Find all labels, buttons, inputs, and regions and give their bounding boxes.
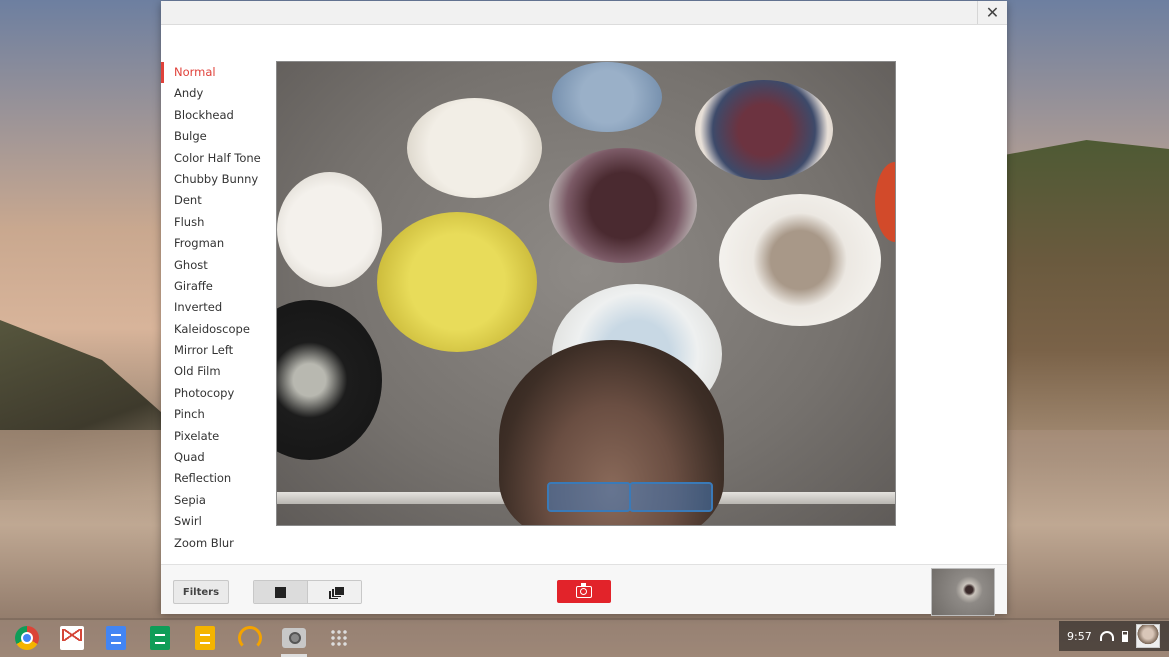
avatar [1135,624,1160,648]
filter-item-inverted[interactable]: Inverted [161,297,273,318]
filter-item-swirl[interactable]: Swirl [161,511,273,532]
filter-item-dent[interactable]: Dent [161,190,273,211]
filter-item-blockhead[interactable]: Blockhead [161,105,273,126]
filter-item-reflection[interactable]: Reflection [161,468,273,489]
frisbee [875,162,895,242]
filter-item-kaleidoscope[interactable]: Kaleidoscope [161,319,273,340]
single-shot-icon [275,586,286,598]
multi-shot-icon [327,586,345,600]
slides-icon[interactable] [195,626,215,650]
frisbee [719,194,881,326]
filter-item-pinch[interactable]: Pinch [161,404,273,425]
window-titlebar[interactable]: ✕ [161,1,1007,25]
camera-toolbar: Filters [161,564,1007,616]
filter-item-normal[interactable]: Normal [161,62,273,84]
frisbee [377,212,537,352]
docs-icon[interactable] [106,626,126,650]
single-shot-button[interactable] [254,581,307,603]
wifi-icon [1099,631,1114,641]
last-photo-thumbnail[interactable] [931,568,995,616]
frisbee [549,148,697,263]
app-launcher-icon[interactable] [330,629,348,647]
filter-item-ghost[interactable]: Ghost [161,255,273,276]
filter-item-zoom-blur[interactable]: Zoom Blur [161,533,273,554]
frisbee [277,172,382,287]
filter-item-photocopy[interactable]: Photocopy [161,383,273,404]
status-tray[interactable]: 9:57 [1059,621,1169,651]
close-icon: ✕ [985,3,1000,22]
close-button[interactable]: ✕ [977,1,1007,24]
filter-item-quad[interactable]: Quad [161,447,273,468]
filter-item-andy[interactable]: Andy [161,83,273,104]
frisbee [552,62,662,132]
filter-item-old-film[interactable]: Old Film [161,361,273,382]
sheets-icon[interactable] [150,626,170,650]
frisbee [695,80,833,180]
glasses-lens-right [629,482,713,512]
camera-preview [276,61,896,526]
gmail-icon[interactable] [60,626,84,650]
frisbee [407,98,542,198]
wallpaper-cliff-right [1004,140,1169,440]
play-music-icon[interactable] [238,626,262,650]
battery-icon [1121,630,1128,642]
filter-item-flush[interactable]: Flush [161,212,273,233]
camera-icon [576,582,592,598]
filters-button[interactable]: Filters [173,580,229,604]
filter-item-chubby-bunny[interactable]: Chubby Bunny [161,169,273,190]
multi-shot-button[interactable] [307,581,361,603]
filter-list: Normal Andy Blockhead Bulge Color Half T… [161,62,273,554]
filter-item-color-half-tone[interactable]: Color Half Tone [161,148,273,169]
filter-item-sepia[interactable]: Sepia [161,490,273,511]
frisbee [277,300,382,460]
filter-item-giraffe[interactable]: Giraffe [161,276,273,297]
filter-item-bulge[interactable]: Bulge [161,126,273,147]
filter-item-frogman[interactable]: Frogman [161,233,273,254]
camera-app-icon[interactable] [282,628,306,648]
chrome-icon[interactable] [15,626,39,650]
shelf [0,618,1169,657]
glasses-lens-left [547,482,631,512]
capture-mode-toggle [253,580,362,604]
filter-item-pixelate[interactable]: Pixelate [161,426,273,447]
take-photo-button[interactable] [557,580,611,603]
camera-app-window: ✕ Normal Andy Blockhead Bulge Color Half… [161,1,1007,616]
filter-item-mirror-left[interactable]: Mirror Left [161,340,273,361]
clock: 9:57 [1067,629,1092,643]
